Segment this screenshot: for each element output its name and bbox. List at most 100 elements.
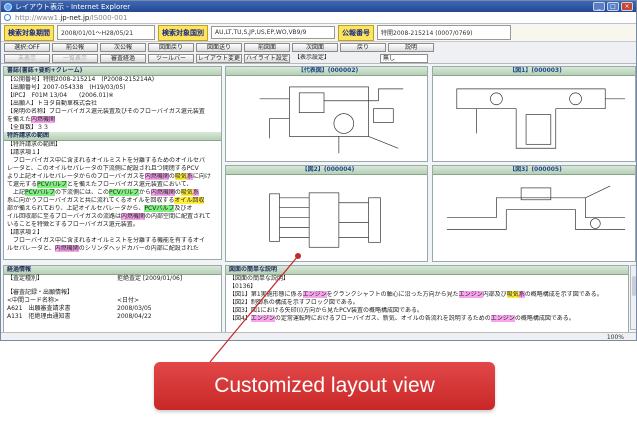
claim-line: ルセパレータと、内燃機関のシリンダヘッドカバーの内部に配設された bbox=[7, 245, 199, 252]
bibliography-list: 【公開番号】特開2008-215214 (P2008-215214A) 【出願番号… bbox=[4, 76, 221, 132]
bibliography-line: 【出願番号】2007-054338 (H19/03/05) bbox=[7, 84, 126, 91]
bibliography-pane: 書誌(書誌+要約+クレーム) 【公開番号】特開2008-215214 (P200… bbox=[3, 66, 222, 260]
url-prefix: http://www1. bbox=[15, 13, 61, 22]
close-button[interactable]: × bbox=[621, 2, 633, 11]
claim-line: イル回収部に至るブローバイガスの流路は内燃機関の内部空間に配置されて bbox=[7, 213, 211, 220]
vertical-scrollbar[interactable] bbox=[630, 265, 636, 330]
bibliography-header: 書誌(書誌+要約+クレーム) bbox=[4, 67, 221, 76]
bibliography-line: 【全頁数】３３ bbox=[7, 124, 50, 131]
info-label: 【査定種別】 bbox=[7, 275, 44, 282]
bibliography-line: 【出願人】トヨタ自動車株式会社 bbox=[7, 100, 98, 107]
engine-drawing-1 bbox=[456, 88, 626, 149]
drawing-grid: 【代表図】(000002) 【図1】(000003) 【図2】(000004) … bbox=[225, 66, 636, 262]
info-row: A621 出願審査請求書 2008/03/05 bbox=[4, 305, 221, 313]
url-host: jp-net.jp bbox=[60, 13, 90, 22]
drawing-description-pane: 図面の簡単な説明 【図面の簡単な説明】 【0136】 【図1】第1実施形態に係るエン… bbox=[225, 265, 629, 340]
claims-list: 【特許請求の範囲】 【請求項１】 ブローバイガス中に含まれるオイルミストを分離する… bbox=[4, 141, 221, 253]
toolbar-button[interactable]: ツールバー bbox=[148, 53, 194, 63]
bibliography-line: 【公開番号】特開2008-215214 (P2008-215214A) bbox=[7, 76, 155, 83]
callout-label: Customized layout view bbox=[154, 362, 495, 410]
toolbar-button[interactable]: 選択:OFF bbox=[4, 43, 50, 52]
engine-drawing-representative bbox=[259, 86, 404, 154]
progress-info-pane: 経過情報 【査定種別】 拒絶査定 [2009/01/06] 【審査記録・出願情報】… bbox=[3, 265, 222, 340]
search-condition-bar: 検索対象期間 2008/01/01〜H28/05/21 検索対象国別 AU,LT… bbox=[1, 24, 636, 42]
toolbar-button[interactable]: レイアウト変更 bbox=[196, 53, 242, 63]
block-diagram-drawing bbox=[269, 192, 381, 248]
info-row: <中間コード名称> <日付> bbox=[4, 297, 221, 305]
navigation-toolbar: 選択:OFF 前公報 次公報 図面戻り 図面送り 前図面 次図面 戻り 説明 bbox=[1, 42, 636, 53]
drawing-label: 【図2】(000004) bbox=[226, 166, 427, 175]
examination-rows: 【審査記録・出願情報】 <中間コード名称> <日付> A621 出願審査請求書 2008… bbox=[4, 289, 221, 321]
maximize-button[interactable]: □ bbox=[607, 2, 619, 11]
info-label: 【審査記録・出願情報】 bbox=[7, 289, 74, 296]
claim-line: いることを特徴とするブローバイガス還元装置。 bbox=[7, 221, 139, 228]
scroll-thumb[interactable] bbox=[632, 276, 636, 296]
zoom-level[interactable]: 100% bbox=[607, 334, 624, 340]
toolbar-button[interactable]: 次公報 bbox=[100, 43, 146, 52]
claim-line: レータと、このオイルセパレータの下流側に配設され且つ開閉するPCV bbox=[7, 165, 199, 172]
description-line: 【図面の簡単な説明】 bbox=[229, 275, 290, 282]
toolbar-button[interactable]: 未表示 bbox=[4, 53, 50, 63]
info-row: 【審査記録・出願情報】 bbox=[4, 289, 221, 297]
browser-window: レイアウト表示 - Internet Explorer _ □ × http:/… bbox=[0, 0, 637, 341]
bibliography-line: を備えた内燃機関 bbox=[7, 116, 56, 123]
claim-line: 【請求項２】 bbox=[7, 229, 44, 236]
claim-line: 系に向かうブローバイガスと共に流れてくるオイルを回収するオイル回収 bbox=[7, 197, 205, 204]
toolbar-button[interactable]: 一覧表示 bbox=[52, 53, 98, 63]
period-field[interactable]: 2008/01/01〜H28/05/21 bbox=[57, 25, 155, 40]
claim-line: より上記オイルセパレータからのブローバイガスを内燃機関の吸気系に向け bbox=[7, 173, 211, 180]
info-row: A131 拒絶理由通知書 2008/04/22 bbox=[4, 313, 221, 321]
claim-line: 【請求項１】 bbox=[7, 149, 44, 156]
description-line: 【図1】第1実施形態に係るエンジンをクランクシャフトの軸心に沿った方向から見たエ… bbox=[229, 291, 603, 298]
info-value: 2008/04/22 bbox=[117, 313, 152, 320]
ie-icon bbox=[4, 2, 12, 11]
status-bar: 100% bbox=[1, 332, 636, 340]
display-setting-select[interactable]: 無し bbox=[380, 53, 428, 63]
bibliography-line: 【発明の名称】ブローバイガス還元装置及びそのブローバイガス還元装置 bbox=[7, 108, 205, 115]
bibliography-line: 【IPC】 F01M 13/04 (2006.01)※ bbox=[7, 92, 114, 99]
pubno-field[interactable]: 特開2008-215214 (0007/0769) bbox=[377, 25, 511, 40]
minimize-button[interactable]: _ bbox=[593, 2, 605, 11]
drawing-cell-1[interactable]: 【図1】(000003) bbox=[432, 66, 636, 162]
url-path: /IS000-001 bbox=[89, 13, 128, 22]
info-label: A621 出願審査請求書 bbox=[7, 305, 71, 312]
country-label: 検索対象国別 bbox=[158, 24, 208, 41]
drawing-cell-representative[interactable]: 【代表図】(000002) bbox=[225, 66, 428, 162]
claim-line: 【特許請求の範囲】 bbox=[7, 141, 62, 148]
toolbar-button[interactable]: ハイライト設定 bbox=[244, 53, 290, 63]
toolbar-button[interactable]: 図面送り bbox=[196, 43, 242, 52]
display-toolbar: 未表示 一覧表示 審査経過 ツールバー レイアウト変更 ハイライト設定 【表示設定】 無し bbox=[1, 53, 636, 64]
toolbar-button[interactable]: 戻り bbox=[340, 43, 386, 52]
title-bar: レイアウト表示 - Internet Explorer _ □ × bbox=[1, 1, 636, 12]
description-line: 【図4】エンジンの定常運転時におけるブローバイガス、新気、オイルの各流れを説明す… bbox=[229, 315, 575, 322]
toolbar-button[interactable]: 前図面 bbox=[244, 43, 290, 52]
toolbar-button[interactable]: 説明 bbox=[388, 43, 434, 52]
info-label: A131 拒絶理由通知書 bbox=[7, 313, 71, 320]
pubno-label: 公報番号 bbox=[338, 24, 374, 41]
info-label: <中間コード名称> bbox=[7, 297, 60, 304]
toolbar-button[interactable]: 前公報 bbox=[52, 43, 98, 52]
description-line: 【図2】制御系の構成を示すブロック図である。 bbox=[229, 299, 359, 306]
valve-drawing bbox=[446, 185, 626, 230]
toolbar-button[interactable]: 図面戻り bbox=[148, 43, 194, 52]
description-line: 【図3】図1における矢印(I)方向から見たPCV装置の概略構成図である。 bbox=[229, 307, 423, 314]
period-label: 検索対象期間 bbox=[4, 24, 54, 41]
drawing-cell-2[interactable]: 【図2】(000004) bbox=[225, 165, 428, 262]
address-bar[interactable]: http://www1. jp-net.jp/IS000-001 bbox=[1, 12, 636, 24]
description-line: 【0136】 bbox=[229, 283, 257, 290]
claim-line: 上記PCVバルブの下流側には、このPCVバルブから内燃機関の吸気系 bbox=[7, 189, 199, 196]
country-field[interactable]: AU,LT,TU,S,JP,US,EP,WO,VB9/9 bbox=[211, 26, 335, 39]
claim-line: 部が備えられており、上記オイルセパレータから、PCVバルブ及びオ bbox=[7, 205, 193, 212]
toolbar-button[interactable]: 審査経過 bbox=[100, 53, 146, 63]
decision-rows: 【査定種別】 拒絶査定 [2009/01/06] bbox=[4, 275, 221, 283]
drawing-label: 【代表図】(000002) bbox=[226, 67, 427, 76]
drawing-cell-3[interactable]: 【図3】(000005) bbox=[432, 165, 636, 262]
progress-info-header: 経過情報 bbox=[4, 266, 221, 275]
drawing-label: 【図3】(000005) bbox=[433, 166, 635, 175]
toolbar-button[interactable]: 次図面 bbox=[292, 43, 338, 52]
info-value: <日付> bbox=[117, 297, 140, 304]
globe-icon bbox=[4, 14, 11, 21]
display-setting-label: 【表示設定】 bbox=[294, 53, 331, 61]
info-value: 拒絶査定 [2009/01/06] bbox=[117, 275, 183, 282]
info-value: 2008/03/05 bbox=[117, 305, 152, 312]
